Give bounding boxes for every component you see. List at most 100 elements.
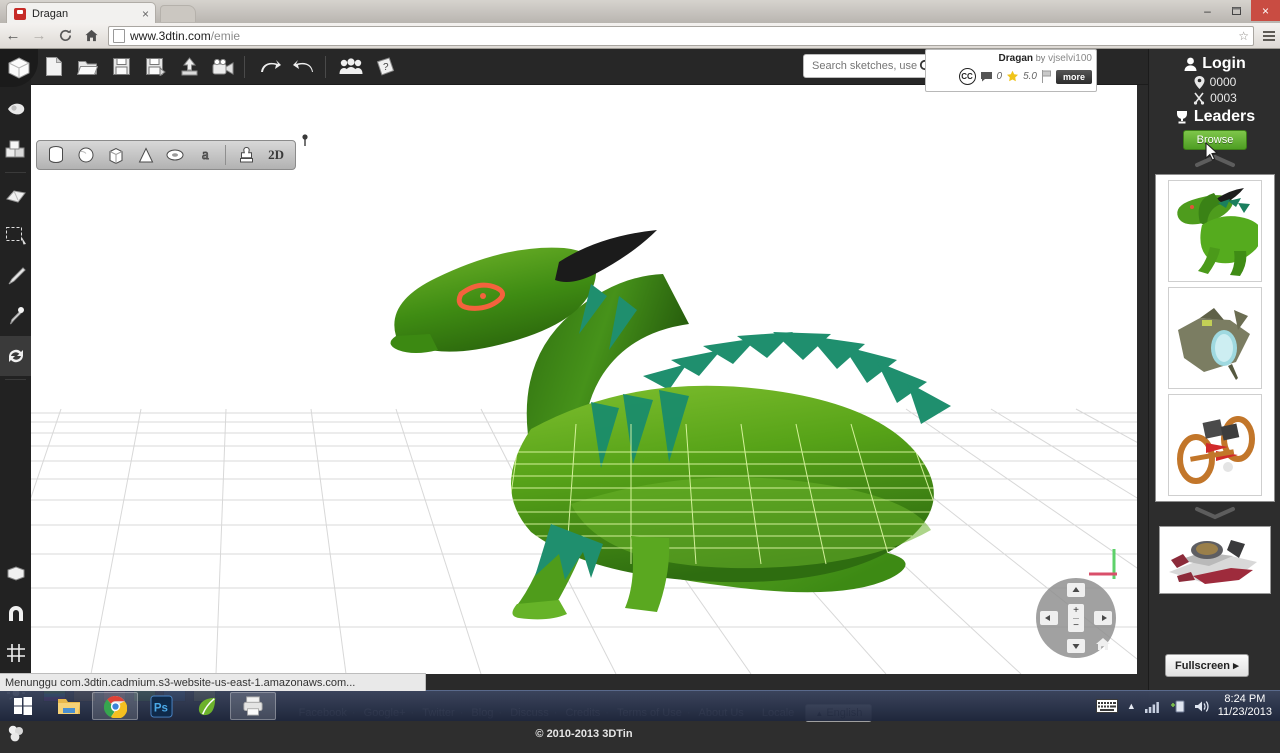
chrome-menu-icon[interactable] <box>1258 30 1280 41</box>
leaders-heading[interactable]: Leaders <box>1149 108 1280 126</box>
box-shape-button[interactable] <box>101 143 131 167</box>
thumbnail-wheel-machine[interactable] <box>1168 394 1262 496</box>
3d-viewport[interactable]: a 2D + − <box>31 84 1137 674</box>
record-video-button[interactable] <box>208 52 238 82</box>
cone-shape-button[interactable] <box>131 143 161 167</box>
gallery-scroll-down[interactable] <box>1149 502 1280 524</box>
reset-view-home-icon[interactable] <box>1094 636 1112 652</box>
thumbnail-starfighter[interactable] <box>1159 526 1271 594</box>
flag-icon[interactable] <box>1041 70 1052 83</box>
toolbar-divider <box>5 379 26 380</box>
views-value: 0000 <box>1209 75 1237 89</box>
trophy-icon <box>1176 111 1187 124</box>
sketch-stats-row: CC 0 5.0 more <box>930 68 1092 85</box>
pan-down-button[interactable] <box>1067 639 1085 653</box>
forks-value: 0003 <box>1210 91 1237 105</box>
close-tab-icon[interactable]: × <box>142 8 149 20</box>
cylinder-shape-button[interactable] <box>41 143 71 167</box>
browser-window: Dragan × – × ← → www.3dtin.com/emie ☆ a … <box>0 0 1280 741</box>
minimize-button[interactable]: – <box>1193 0 1222 21</box>
printer-app[interactable] <box>230 692 276 720</box>
sketch-author[interactable]: vjselvi100 <box>1048 53 1092 64</box>
browser-navbar: ← → www.3dtin.com/emie ☆ <box>0 23 1280 49</box>
system-tray: ▲ 8:24 PM 11/23/2013 <box>1095 693 1280 719</box>
close-window-button[interactable]: × <box>1251 0 1280 21</box>
open-file-button[interactable] <box>72 52 102 82</box>
toolbar-divider <box>325 55 326 78</box>
svg-text:?: ? <box>383 62 389 73</box>
pin-icon[interactable] <box>299 133 311 147</box>
eraser-tool-button[interactable] <box>0 176 31 216</box>
address-bar[interactable]: www.3dtin.com/emie ☆ <box>108 25 1254 46</box>
creative-commons-icon[interactable]: CC <box>958 68 976 85</box>
home-icon[interactable] <box>78 23 104 48</box>
back-icon[interactable]: ← <box>0 23 26 48</box>
new-tab-button[interactable] <box>160 5 196 22</box>
save-as-file-button[interactable] <box>140 52 170 82</box>
show-hidden-icons[interactable]: ▲ <box>1127 701 1136 711</box>
keyboard-icon[interactable] <box>1095 699 1118 713</box>
login-label: Login <box>1202 55 1246 72</box>
dragon-thumbnail-image <box>1177 188 1258 276</box>
star-icon <box>1007 70 1019 82</box>
maximize-button[interactable] <box>1222 0 1251 21</box>
2d-mode-button[interactable]: 2D <box>261 143 291 167</box>
chrome-app[interactable] <box>92 692 138 720</box>
more-button[interactable]: more <box>1055 69 1092 84</box>
plane-tool-button[interactable] <box>0 553 31 593</box>
select-tool-button[interactable] <box>0 216 31 256</box>
grid-tool-button[interactable] <box>0 633 31 673</box>
search-input[interactable] <box>810 59 919 73</box>
fullscreen-button[interactable]: Fullscreen ▸ <box>1165 654 1249 677</box>
community-button[interactable] <box>336 52 366 82</box>
eyedropper-tool-button[interactable] <box>0 296 31 336</box>
zoom-out-button[interactable]: − <box>1073 619 1079 633</box>
clock[interactable]: 8:24 PM 11/23/2013 <box>1218 693 1272 719</box>
svg-text:Ps: Ps <box>153 702 167 714</box>
rotate-tool-button[interactable] <box>0 336 31 376</box>
zoom-stepper[interactable]: + − <box>1068 604 1084 632</box>
forward-icon[interactable]: → <box>26 23 52 48</box>
navigation-wheel[interactable]: + − <box>1036 578 1116 658</box>
start-button[interactable] <box>0 692 46 720</box>
save-file-button[interactable] <box>106 52 136 82</box>
pan-left-button[interactable] <box>1040 611 1058 625</box>
stamp-tool-button[interactable] <box>231 143 261 167</box>
file-explorer[interactable] <box>46 692 92 720</box>
user-icon <box>1184 57 1197 71</box>
pan-up-button[interactable] <box>1067 583 1085 597</box>
wifi-icon[interactable] <box>1144 700 1161 713</box>
windows-taskbar: Ps ▲ 8:24 PM 11/23/2013 <box>0 690 1280 721</box>
sketch-title: Dragan <box>998 53 1033 64</box>
export-upload-button[interactable] <box>174 52 204 82</box>
windows-logo-icon <box>14 697 32 715</box>
blocks-tool-button[interactable] <box>0 129 31 169</box>
thumbnail-alien-ship[interactable] <box>1168 287 1262 389</box>
new-file-button[interactable] <box>38 52 68 82</box>
thumbnail-dragon[interactable] <box>1168 180 1262 282</box>
sketch-title-row: Dragan by vjselvi100 <box>930 52 1092 65</box>
scroll-down-icon <box>1195 507 1235 520</box>
app-root: a 2D + − ? Search sketches, users... Dra… <box>0 49 1280 741</box>
chrome-icon <box>103 695 127 718</box>
volume-icon[interactable] <box>1194 700 1209 713</box>
leaf-app[interactable] <box>184 692 230 720</box>
magnet-tool-button[interactable] <box>0 593 31 633</box>
undo-button[interactable] <box>255 52 285 82</box>
browser-tab[interactable]: Dragan × <box>6 2 156 24</box>
paint-tool-button[interactable] <box>0 89 31 129</box>
comment-icon <box>980 72 992 82</box>
zoom-in-button[interactable]: + <box>1073 604 1079 619</box>
reload-icon[interactable] <box>52 23 78 48</box>
sphere-shape-button[interactable] <box>71 143 101 167</box>
brush-tool-button[interactable] <box>0 256 31 296</box>
help-button[interactable]: ? <box>370 52 400 82</box>
torus-shape-button[interactable] <box>161 143 191 167</box>
network-icon[interactable] <box>1170 699 1185 713</box>
bookmark-star-icon[interactable]: ☆ <box>1238 29 1249 43</box>
photoshop-app[interactable]: Ps <box>138 692 184 720</box>
pan-right-button[interactable] <box>1094 611 1112 625</box>
redo-button[interactable] <box>289 52 319 82</box>
text-shape-button[interactable]: a <box>190 143 220 167</box>
login-button[interactable]: Login <box>1149 49 1280 73</box>
